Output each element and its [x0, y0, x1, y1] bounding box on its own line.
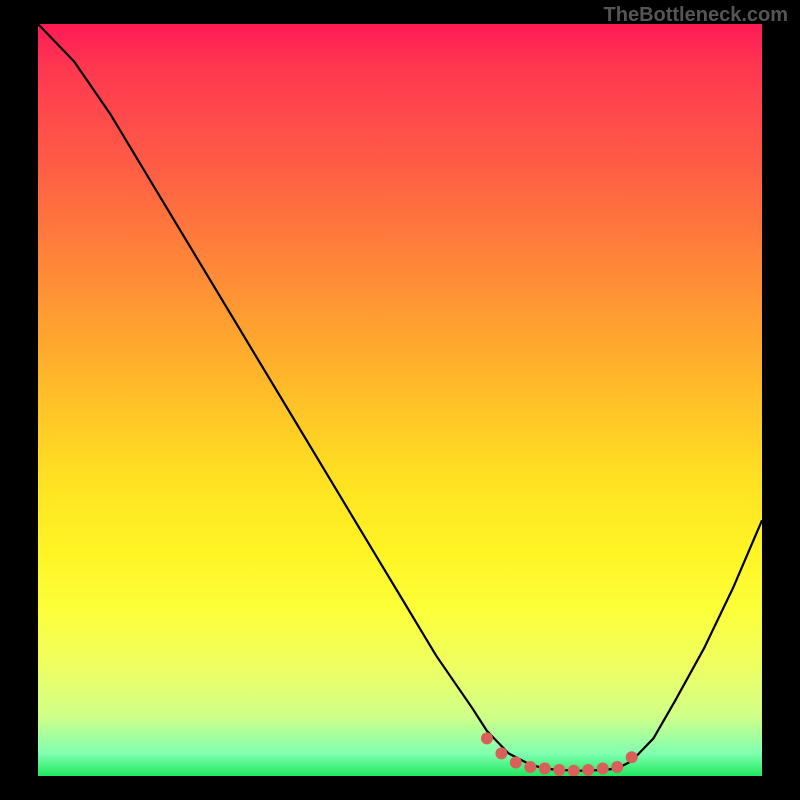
- marker-point: [524, 761, 536, 773]
- marker-point: [510, 757, 522, 769]
- bottleneck-curve: [38, 24, 762, 771]
- marker-point: [539, 763, 551, 775]
- plot-area: [38, 24, 762, 776]
- marker-point: [597, 763, 609, 775]
- optimal-range-markers: [481, 732, 638, 776]
- marker-point: [626, 751, 638, 763]
- marker-point: [582, 764, 594, 776]
- marker-point: [568, 765, 580, 776]
- marker-point: [553, 764, 565, 776]
- marker-point: [481, 732, 493, 744]
- chart-svg: [38, 24, 762, 776]
- watermark-text: TheBottleneck.com: [604, 4, 788, 27]
- marker-point: [495, 747, 507, 759]
- marker-point: [611, 761, 623, 773]
